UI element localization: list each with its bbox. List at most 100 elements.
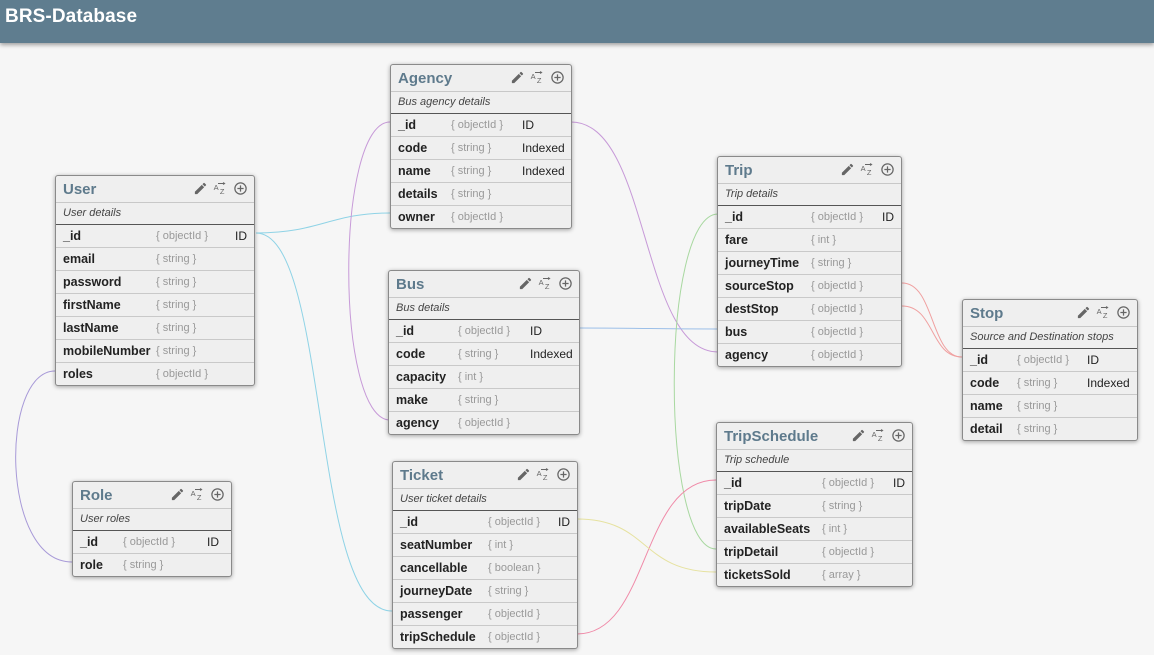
table-name: Bus <box>396 276 425 293</box>
add-circle-icon[interactable] <box>556 467 571 482</box>
field-row[interactable]: code { string } Indexed <box>963 372 1137 395</box>
field-type: { string } <box>156 345 197 357</box>
add-circle-icon[interactable] <box>891 428 906 443</box>
table-header[interactable]: User A Z <box>56 176 254 203</box>
table-header[interactable]: Bus A Z <box>389 271 579 298</box>
field-row[interactable]: seatNumber { int } <box>393 534 577 557</box>
table-role[interactable]: Role A Z User roles _id { objectId } ID role { s… <box>72 481 232 577</box>
field-index: ID <box>1087 353 1099 367</box>
table-header[interactable]: Ticket A Z <box>393 462 577 489</box>
field-row[interactable]: mobileNumber { string } <box>56 340 254 363</box>
field-row[interactable]: password { string } <box>56 271 254 294</box>
sort-az-icon[interactable]: AZ <box>536 467 551 482</box>
field-type: { objectId } <box>811 349 863 361</box>
field-row[interactable]: roles { objectId } <box>56 363 254 385</box>
table-header[interactable]: Stop A Z <box>963 300 1137 327</box>
add-circle-icon[interactable] <box>880 162 895 177</box>
field-row[interactable]: _id { objectId } ID <box>393 511 577 534</box>
table-header[interactable]: TripSchedule A Z <box>717 423 912 450</box>
add-circle-icon[interactable] <box>558 276 573 291</box>
table-agency[interactable]: Agency A Z Bus agency details _id { objectId … <box>390 64 572 229</box>
table-stop[interactable]: Stop A Z Source and Destination stops _id { o… <box>962 299 1138 441</box>
field-row[interactable]: lastName { string } <box>56 317 254 340</box>
field-row[interactable]: details { string } <box>391 183 571 206</box>
field-row[interactable]: _id { objectId } ID <box>389 320 579 343</box>
field-row[interactable]: _id { objectId } ID <box>718 206 901 229</box>
add-circle-icon[interactable] <box>1116 305 1131 320</box>
field-row[interactable]: _id { objectId } ID <box>73 531 231 554</box>
field-row[interactable]: bus { objectId } <box>718 321 901 344</box>
field-name: roles <box>63 367 93 381</box>
field-name: detail <box>970 422 1003 436</box>
add-circle-icon[interactable] <box>550 70 565 85</box>
field-index: ID <box>235 229 247 243</box>
field-row[interactable]: email { string } <box>56 248 254 271</box>
field-type: { objectId } <box>451 119 503 131</box>
sort-az-icon[interactable]: AZ <box>530 70 545 85</box>
field-row[interactable]: owner { objectId } <box>391 206 571 228</box>
field-row[interactable]: journeyTime { string } <box>718 252 901 275</box>
field-row[interactable]: _id { objectId } ID <box>56 225 254 248</box>
table-header[interactable]: Role A Z <box>73 482 231 509</box>
pencil-icon[interactable] <box>193 181 208 196</box>
field-row[interactable]: make { string } <box>389 389 579 412</box>
field-type: { objectId } <box>811 326 863 338</box>
sort-az-icon[interactable]: AZ <box>860 162 875 177</box>
pencil-icon[interactable] <box>1076 305 1091 320</box>
field-row[interactable]: _id { objectId } ID <box>391 114 571 137</box>
sort-az-icon[interactable]: AZ <box>871 428 886 443</box>
field-type: { string } <box>451 188 492 200</box>
pencil-icon[interactable] <box>518 276 533 291</box>
sort-az-icon[interactable]: AZ <box>213 181 228 196</box>
table-trip[interactable]: Trip A Z Trip details _id { objectId } ID fare {… <box>717 156 902 367</box>
field-row[interactable]: code { string } Indexed <box>389 343 579 366</box>
field-row[interactable]: _id { objectId } ID <box>963 349 1137 372</box>
table-ticket[interactable]: Ticket A Z User ticket details _id { objectId… <box>392 461 578 649</box>
table-bus[interactable]: Bus A Z Bus details _id { objectId } ID code { s… <box>388 270 580 435</box>
table-user[interactable]: User A Z User details _id { objectId } ID email… <box>55 175 255 386</box>
table-tripschedule[interactable]: TripSchedule A Z Trip schedule _id { objectId… <box>716 422 913 587</box>
field-row[interactable]: name { string } Indexed <box>391 160 571 183</box>
table-header[interactable]: Trip A Z <box>718 157 901 184</box>
field-type: { string } <box>458 394 499 406</box>
pencil-icon[interactable] <box>851 428 866 443</box>
field-name: _id <box>724 476 743 490</box>
sort-az-icon[interactable]: AZ <box>538 276 553 291</box>
table-name: User <box>63 181 97 198</box>
field-row[interactable]: firstName { string } <box>56 294 254 317</box>
field-row[interactable]: agency { objectId } <box>389 412 579 434</box>
field-row[interactable]: journeyDate { string } <box>393 580 577 603</box>
field-row[interactable]: capacity { int } <box>389 366 579 389</box>
field-type: { string } <box>451 165 492 177</box>
field-row[interactable]: name { string } <box>963 395 1137 418</box>
field-row[interactable]: destStop { objectId } <box>718 298 901 321</box>
pencil-icon[interactable] <box>510 70 525 85</box>
field-row[interactable]: fare { int } <box>718 229 901 252</box>
field-row[interactable]: agency { objectId } <box>718 344 901 366</box>
add-circle-icon[interactable] <box>210 487 225 502</box>
svg-text:A: A <box>861 164 866 173</box>
field-row[interactable]: tripSchedule { objectId } <box>393 626 577 648</box>
link-trip-source-stop <box>901 282 963 358</box>
field-row[interactable]: code { string } Indexed <box>391 137 571 160</box>
sort-az-icon[interactable]: AZ <box>190 487 205 502</box>
field-row[interactable]: role { string } <box>73 554 231 576</box>
field-row[interactable]: tripDate { string } <box>717 495 912 518</box>
pencil-icon[interactable] <box>170 487 185 502</box>
field-row[interactable]: ticketsSold { array } <box>717 564 912 586</box>
sort-az-icon[interactable]: AZ <box>1096 305 1111 320</box>
field-row[interactable]: cancellable { boolean } <box>393 557 577 580</box>
field-row[interactable]: availableSeats { int } <box>717 518 912 541</box>
field-type: { array } <box>822 569 861 581</box>
field-row[interactable]: passenger { objectId } <box>393 603 577 626</box>
pencil-icon[interactable] <box>840 162 855 177</box>
pencil-icon[interactable] <box>516 467 531 482</box>
field-row[interactable]: sourceStop { objectId } <box>718 275 901 298</box>
add-circle-icon[interactable] <box>233 181 248 196</box>
field-row[interactable]: tripDetail { objectId } <box>717 541 912 564</box>
table-actions: AZ <box>193 181 248 196</box>
field-row[interactable]: _id { objectId } ID <box>717 472 912 495</box>
field-row[interactable]: detail { string } <box>963 418 1137 440</box>
table-header[interactable]: Agency A Z <box>391 65 571 92</box>
table-name: Stop <box>970 305 1004 322</box>
